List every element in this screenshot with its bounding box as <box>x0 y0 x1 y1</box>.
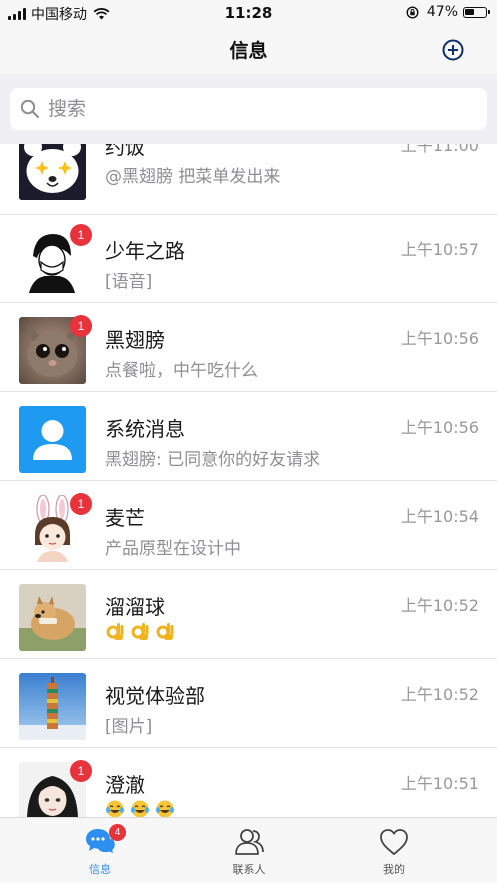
conversation-row[interactable]: 1 麦芒 产品原型在设计中 上午10:54 <box>0 482 497 570</box>
nav-bar: 信息 <box>0 26 497 74</box>
contact-avatar <box>19 584 86 651</box>
conversation-time: 上午10:56 <box>400 418 479 437</box>
conversation-time: 上午10:52 <box>400 685 479 704</box>
conversation-time: 上午10:57 <box>400 240 479 259</box>
conversation-name: 少年之路 <box>105 239 185 263</box>
conversation-row[interactable]: 1 少年之路 [语音] 上午10:57 <box>0 215 497 303</box>
conversation-preview: 产品原型在设计中 <box>105 539 241 559</box>
tab-contacts[interactable]: 联系人 <box>194 818 304 884</box>
search-bar <box>0 74 497 144</box>
tab-bar: 4 信息 联系人 我的 <box>0 817 497 883</box>
conversation-name: 澄澈 <box>105 773 145 797</box>
conversation-preview <box>105 799 180 817</box>
unread-badge: 1 <box>70 224 92 246</box>
ok-hand-icon <box>156 623 174 640</box>
conversation-name: 麦芒 <box>105 506 145 530</box>
conversation-preview: [图片] <box>105 717 153 737</box>
conversation-preview <box>105 621 180 641</box>
battery-percent: 47% <box>426 4 458 20</box>
tab-profile[interactable]: 我的 <box>339 818 449 884</box>
status-bar-right: 47% <box>406 4 490 20</box>
conversation-row[interactable]: 溜溜球 上午10:52 <box>0 571 497 659</box>
unread-badge: 1 <box>70 760 92 782</box>
group-avatar <box>19 673 86 740</box>
row-divider <box>0 658 497 659</box>
conversation-preview: @黑翅膀 把菜单发出来 <box>105 167 281 187</box>
conversation-name: 视觉体验部 <box>105 684 205 708</box>
row-divider <box>0 391 497 392</box>
conversation-name: 溜溜球 <box>105 595 165 619</box>
tab-unread-badge: 4 <box>109 824 126 841</box>
heart-icon <box>380 829 408 855</box>
tears-of-joy-icon <box>156 800 174 817</box>
bear-face-icon <box>19 144 86 200</box>
conversation-row[interactable]: 系统消息 黑翅膀: 已同意你的好友请求 上午10:56 <box>0 393 497 481</box>
conversation-time: 上午10:52 <box>400 596 479 615</box>
conversation-preview: 黑翅膀: 已同意你的好友请求 <box>105 450 321 470</box>
conversation-time: 上午11:00 <box>400 144 479 155</box>
system-avatar <box>19 406 86 473</box>
conversation-row[interactable]: 视觉体验部 [图片] 上午10:52 <box>0 660 497 748</box>
ok-hand-icon <box>106 623 124 640</box>
plus-circle-icon[interactable] <box>442 39 464 61</box>
tab-label: 我的 <box>383 863 405 876</box>
page-title: 信息 <box>229 40 268 62</box>
status-bar: 中国移动 11:28 47% <box>0 0 497 26</box>
conversation-name: 约饭 <box>105 144 145 159</box>
conversation-row[interactable]: 1 澄澈 上午10:51 <box>0 749 497 817</box>
conversation-row[interactable]: 1 黑翅膀 点餐啦，中午吃什么 上午10:56 <box>0 304 497 392</box>
tab-label: 联系人 <box>232 863 266 876</box>
search-box[interactable] <box>10 88 487 130</box>
search-icon <box>20 99 40 119</box>
row-divider <box>0 302 497 303</box>
group-avatar <box>19 144 86 200</box>
orientation-lock-icon <box>406 5 419 19</box>
contacts-icon <box>235 829 264 855</box>
tears-of-joy-icon <box>131 800 149 817</box>
conversation-list[interactable]: 约饭 @黑翅膀 把菜单发出来 上午11:00 1 少年之路 [语音] 上午10:… <box>0 144 497 817</box>
tears-of-joy-icon <box>106 800 124 817</box>
tab-label: 信息 <box>89 863 111 876</box>
conversation-row[interactable]: 约饭 @黑翅膀 把菜单发出来 上午11:00 <box>0 144 497 215</box>
conversation-name: 黑翅膀 <box>105 328 165 352</box>
conversation-preview: [语音] <box>105 272 153 292</box>
row-divider <box>0 747 497 748</box>
row-divider <box>0 569 497 570</box>
row-divider <box>0 480 497 481</box>
battery-icon <box>463 6 490 18</box>
conversation-preview: 点餐啦，中午吃什么 <box>105 361 258 381</box>
dog-photo-icon <box>19 584 86 651</box>
conversation-name: 系统消息 <box>105 417 185 441</box>
unread-badge: 1 <box>70 315 92 337</box>
conversation-time: 上午10:56 <box>400 329 479 348</box>
tab-messages[interactable]: 4 信息 <box>45 818 155 884</box>
search-input[interactable] <box>46 97 470 121</box>
default-user-icon <box>19 406 86 473</box>
ok-hand-icon <box>131 623 149 640</box>
unread-badge: 1 <box>70 493 92 515</box>
tower-photo-icon <box>19 673 86 740</box>
conversation-time: 上午10:51 <box>400 774 479 793</box>
conversation-time: 上午10:54 <box>400 507 479 526</box>
